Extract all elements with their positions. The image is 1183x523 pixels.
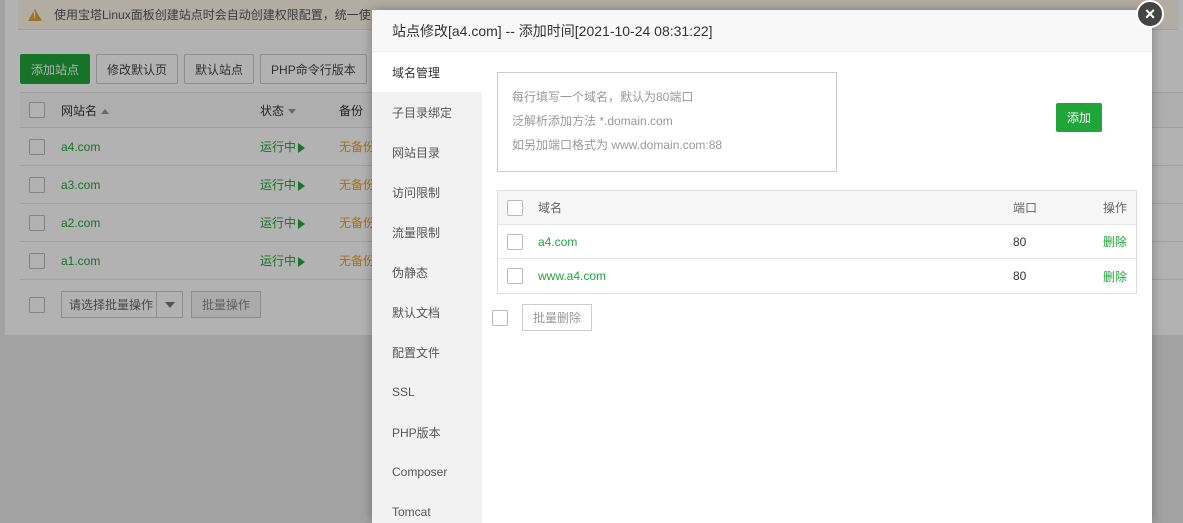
delete-domain-link[interactable]: 删除 (1103, 268, 1127, 285)
domain-table: 域名 端口 操作 a4.com 80 删除 www.a4.com 80 删除 (497, 190, 1137, 294)
row-checkbox[interactable] (507, 268, 523, 284)
menu-item-ssl[interactable]: SSL (372, 372, 482, 412)
menu-item-traffic-limit[interactable]: 流量限制 (372, 212, 482, 252)
menu-item-php-version[interactable]: PHP版本 (372, 412, 482, 452)
delete-domain-link[interactable]: 删除 (1103, 233, 1127, 250)
domain-select-all-checkbox[interactable] (507, 199, 523, 216)
table-row: a4.com 80 删除 (498, 225, 1136, 259)
add-domain-button[interactable]: 添加 (1056, 103, 1102, 132)
domain-input-hint-1: 每行填写一个域名，默认为80端口 (512, 90, 694, 104)
modal-title: 站点修改[a4.com] -- 添加时间[2021-10-24 08:31:22… (372, 10, 1152, 52)
domain-link[interactable]: www.a4.com (538, 269, 606, 283)
close-icon[interactable]: × (1136, 0, 1164, 28)
domain-input-hint-3: 如另加端口格式为 www.domain.com:88 (512, 138, 723, 152)
domain-table-header: 域名 端口 操作 (498, 191, 1136, 225)
menu-item-default-document[interactable]: 默认文档 (372, 292, 482, 332)
domain-link[interactable]: a4.com (538, 235, 577, 249)
column-header-action: 操作 (1103, 201, 1128, 215)
domain-port: 80 (1013, 269, 1027, 283)
menu-item-access-limit[interactable]: 访问限制 (372, 172, 482, 212)
menu-item-site-directory[interactable]: 网站目录 (372, 132, 482, 172)
modal-side-menu: 域名管理 子目录绑定 网站目录 访问限制 流量限制 伪静态 默认文档 配置文件 … (372, 52, 482, 523)
menu-item-domain-management[interactable]: 域名管理 (372, 52, 482, 92)
menu-item-tomcat[interactable]: Tomcat (372, 492, 482, 523)
domain-batch-bar: 批量删除 (492, 304, 593, 331)
menu-item-subdirectory-binding[interactable]: 子目录绑定 (372, 92, 482, 132)
domain-management-content: 每行填写一个域名，默认为80端口 泛解析添加方法 *.domain.com 如另… (482, 52, 1152, 523)
batch-delete-button[interactable]: 批量删除 (522, 304, 593, 331)
row-checkbox[interactable] (507, 233, 523, 250)
domain-input-textarea[interactable]: 每行填写一个域名，默认为80端口 泛解析添加方法 *.domain.com 如另… (497, 72, 837, 172)
menu-item-rewrite[interactable]: 伪静态 (372, 252, 482, 292)
domain-port: 80 (1013, 234, 1027, 249)
column-header-domain: 域名 (538, 201, 563, 215)
menu-item-config-file[interactable]: 配置文件 (372, 332, 482, 372)
menu-item-composer[interactable]: Composer (372, 452, 482, 492)
site-edit-modal: 站点修改[a4.com] -- 添加时间[2021-10-24 08:31:22… (372, 10, 1152, 523)
column-header-port: 端口 (1013, 201, 1038, 215)
table-row: www.a4.com 80 删除 (498, 259, 1136, 293)
domain-input-hint-2: 泛解析添加方法 *.domain.com (512, 114, 673, 128)
domain-batch-checkbox[interactable] (492, 309, 508, 326)
